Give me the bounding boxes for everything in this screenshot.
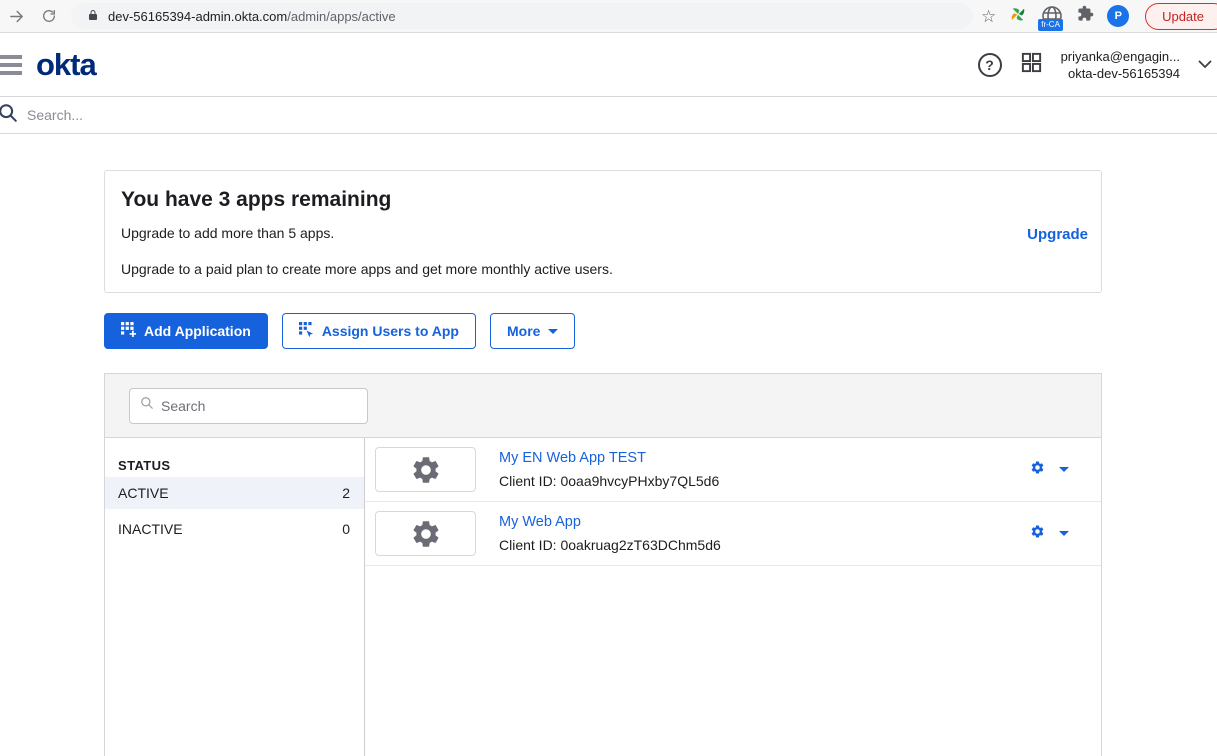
gear-icon [410, 518, 442, 550]
more-button[interactable]: More [490, 313, 575, 349]
banner-line1: Upgrade to add more than 5 apps. [121, 225, 1081, 241]
search-icon [140, 396, 154, 415]
app-settings-gear-icon[interactable] [1030, 524, 1045, 544]
app-dropdown-caret-icon[interactable] [1059, 531, 1069, 536]
status-filter-heading: STATUS [105, 458, 364, 473]
url-path: /admin/apps/active [287, 9, 395, 24]
app-settings-gear-icon[interactable] [1030, 460, 1045, 480]
search-icon [0, 102, 19, 129]
filter-active[interactable]: ACTIVE 2 [105, 477, 364, 509]
actions-toolbar: Add Application Assign Users to App More [104, 313, 1217, 349]
global-search-bar [0, 97, 1217, 134]
status-filter-sidebar: STATUS ACTIVE 2 INACTIVE 0 [105, 438, 365, 756]
upgrade-link[interactable]: Upgrade [1027, 226, 1088, 243]
app-switcher-grid-icon[interactable] [1020, 51, 1043, 79]
banner-title: You have 3 apps remaining [121, 188, 1081, 212]
filter-active-count: 2 [342, 485, 350, 501]
applications-panel: STATUS ACTIVE 2 INACTIVE 0 My EN Web App… [104, 373, 1102, 756]
app-dropdown-caret-icon[interactable] [1059, 467, 1069, 472]
app-logo-box [375, 447, 476, 492]
app-client-id: Client ID: 0oakruag2zT63DChm5d6 [499, 537, 721, 553]
okta-logo[interactable]: okta [36, 49, 96, 80]
hamburger-menu-icon[interactable] [0, 55, 22, 75]
assign-users-button[interactable]: Assign Users to App [282, 313, 476, 349]
add-application-label: Add Application [144, 323, 251, 339]
admin-header: okta ? priyanka@engagin... okta-dev-5616… [0, 33, 1217, 97]
assign-users-grid-icon [299, 322, 314, 340]
account-chevron-down-icon[interactable] [1198, 56, 1212, 74]
language-badge: fr-CA [1038, 19, 1063, 31]
panel-header [105, 374, 1101, 438]
gear-icon [410, 454, 442, 486]
help-icon[interactable]: ? [978, 53, 1002, 77]
url-host: dev-56165394-admin.okta.com [108, 9, 287, 24]
bookmark-star-icon[interactable]: ☆ [981, 8, 996, 25]
app-search-box[interactable] [129, 388, 368, 424]
app-search-input[interactable] [161, 398, 341, 414]
apps-remaining-banner: You have 3 apps remaining Upgrade to add… [104, 170, 1102, 293]
app-logo-box [375, 511, 476, 556]
more-caret-icon [548, 329, 558, 334]
add-application-button[interactable]: Add Application [104, 313, 268, 349]
translate-globe-icon[interactable]: fr-CA [1040, 4, 1064, 28]
account-org: okta-dev-56165394 [1061, 65, 1180, 82]
global-search-input[interactable] [27, 107, 527, 123]
app-client-id: Client ID: 0oaa9hvcyPHxby7QL5d6 [499, 473, 719, 489]
more-label: More [507, 323, 540, 339]
account-email: priyanka@engagin... [1061, 48, 1180, 65]
add-application-grid-icon [121, 322, 136, 340]
main-content: You have 3 apps remaining Upgrade to add… [0, 134, 1217, 756]
extension-brand-icon[interactable] [1009, 5, 1027, 28]
account-menu[interactable]: priyanka@engagin... okta-dev-56165394 [1061, 48, 1180, 82]
filter-active-label: ACTIVE [118, 485, 169, 501]
profile-avatar[interactable]: P [1107, 5, 1129, 27]
extensions-puzzle-icon[interactable] [1077, 5, 1094, 27]
browser-chrome: dev-56165394-admin.okta.com/admin/apps/a… [0, 0, 1217, 33]
filter-inactive-label: INACTIVE [118, 521, 183, 537]
forward-icon[interactable] [8, 8, 25, 25]
filter-inactive-count: 0 [342, 521, 350, 537]
chrome-update-button[interactable]: Update [1145, 3, 1217, 30]
browser-actions: ☆ fr-CA P [981, 4, 1129, 28]
address-bar[interactable]: dev-56165394-admin.okta.com/admin/apps/a… [71, 3, 973, 29]
lock-icon [87, 8, 99, 25]
app-row: My Web App Client ID: 0oakruag2zT63DChm5… [365, 502, 1101, 566]
app-name-link[interactable]: My Web App [499, 514, 721, 530]
app-name-link[interactable]: My EN Web App TEST [499, 450, 719, 466]
reload-icon[interactable] [41, 8, 57, 24]
filter-inactive[interactable]: INACTIVE 0 [105, 513, 364, 545]
app-list: My EN Web App TEST Client ID: 0oaa9hvcyP… [365, 438, 1101, 756]
app-row: My EN Web App TEST Client ID: 0oaa9hvcyP… [365, 438, 1101, 502]
assign-users-label: Assign Users to App [322, 323, 459, 339]
banner-line2: Upgrade to a paid plan to create more ap… [121, 261, 1081, 277]
browser-nav [0, 8, 57, 25]
